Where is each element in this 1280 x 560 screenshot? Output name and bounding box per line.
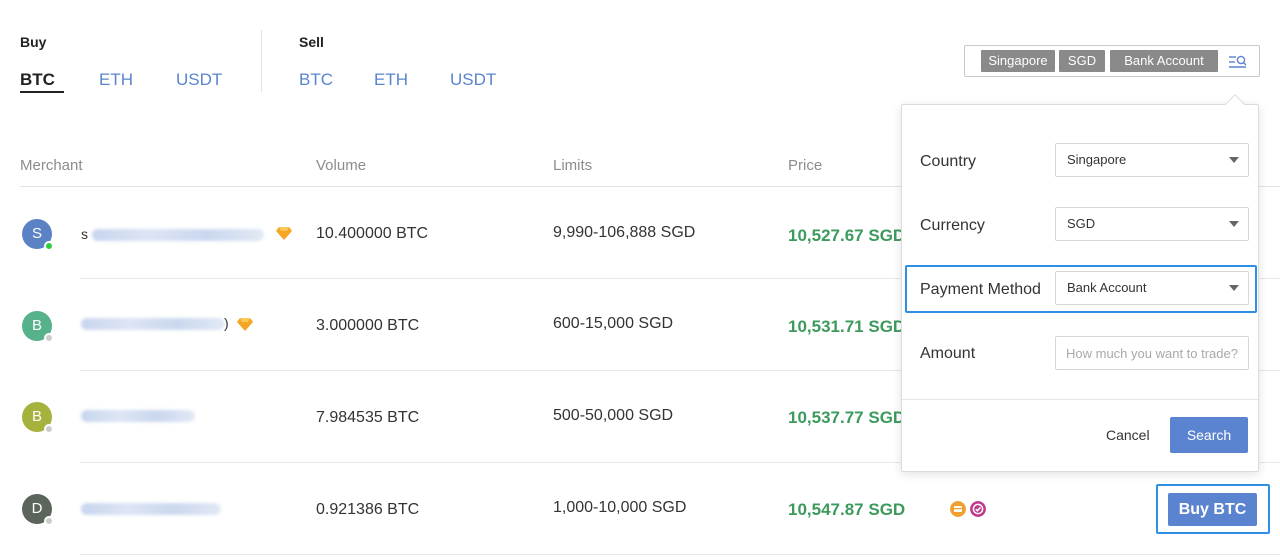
limits-value: 1,000-10,000 SGD bbox=[553, 499, 687, 516]
tab-sell-btc[interactable]: BTC bbox=[299, 70, 333, 90]
payment-method-label: Payment Method bbox=[920, 281, 1041, 298]
limits-value: 500-50,000 SGD bbox=[553, 407, 674, 424]
amount-input[interactable] bbox=[1055, 336, 1249, 370]
tab-sell-eth[interactable]: ETH bbox=[374, 70, 408, 90]
avatar: B bbox=[22, 311, 54, 343]
cancel-button[interactable]: Cancel bbox=[1106, 427, 1150, 443]
chevron-down-icon bbox=[1229, 285, 1239, 291]
merchant-name-suffix: ) bbox=[224, 315, 229, 331]
merchant-name-redacted[interactable] bbox=[81, 503, 221, 515]
avatar: S bbox=[22, 219, 54, 251]
payment-method-select-value: Bank Account bbox=[1067, 280, 1147, 295]
avatar-letter: S bbox=[31, 225, 42, 242]
avatar: D bbox=[22, 494, 54, 526]
currency-select[interactable]: SGD bbox=[1055, 207, 1249, 241]
active-tab-underline bbox=[20, 91, 64, 93]
filter-search-icon[interactable] bbox=[1227, 52, 1249, 72]
offline-status-dot bbox=[44, 333, 54, 343]
tab-buy-btc[interactable]: BTC bbox=[20, 70, 55, 90]
offline-status-dot bbox=[44, 516, 54, 526]
avatar-letter: B bbox=[31, 317, 42, 334]
volume-value: 3.000000 BTC bbox=[316, 317, 420, 334]
price-value: 10,527.67 SGD bbox=[788, 226, 906, 245]
price-value: 10,537.77 SGD bbox=[788, 408, 906, 427]
avatar: B bbox=[22, 402, 54, 434]
tab-divider bbox=[261, 30, 262, 92]
limits-value: 9,990-106,888 SGD bbox=[553, 224, 696, 241]
volume-value: 7.984535 BTC bbox=[316, 409, 420, 426]
volume-value: 0.921386 BTC bbox=[316, 501, 420, 518]
online-status-dot bbox=[44, 241, 54, 251]
chevron-down-icon bbox=[1229, 221, 1239, 227]
price-value: 10,547.87 SGD bbox=[788, 500, 906, 519]
bank-payment-icon bbox=[950, 501, 966, 517]
country-label: Country bbox=[920, 153, 977, 170]
tab-buy-eth[interactable]: ETH bbox=[99, 70, 133, 90]
amount-label: Amount bbox=[920, 345, 976, 362]
merchant-name-prefix: s bbox=[81, 226, 88, 242]
row-divider bbox=[80, 554, 1280, 555]
buy-btc-button[interactable]: Buy BTC bbox=[1168, 493, 1257, 526]
currency-label: Currency bbox=[920, 217, 985, 234]
search-button[interactable]: Search bbox=[1170, 417, 1248, 453]
avatar-letter: D bbox=[31, 500, 43, 517]
merchant-name-redacted[interactable] bbox=[92, 229, 264, 241]
tab-buy-usdt[interactable]: USDT bbox=[176, 70, 222, 90]
currency-select-value: SGD bbox=[1067, 216, 1096, 231]
buy-group-label: Buy bbox=[20, 34, 47, 50]
payment-method-select[interactable]: Bank Account bbox=[1055, 271, 1249, 305]
diamond-merchant-icon bbox=[237, 318, 253, 331]
verified-payment-icon bbox=[970, 501, 986, 517]
diamond-merchant-icon bbox=[276, 227, 292, 240]
chevron-down-icon bbox=[1229, 157, 1239, 163]
filter-chip-payment[interactable]: Bank Account bbox=[1110, 50, 1218, 72]
price-value: 10,531.71 SGD bbox=[788, 317, 906, 336]
volume-value: 10.400000 BTC bbox=[316, 225, 429, 242]
column-header-price: Price bbox=[788, 157, 823, 174]
tab-sell-usdt[interactable]: USDT bbox=[450, 70, 496, 90]
popover-divider bbox=[902, 399, 1258, 400]
country-select-value: Singapore bbox=[1067, 152, 1127, 167]
country-select[interactable]: Singapore bbox=[1055, 143, 1249, 177]
filter-chip-country[interactable]: Singapore bbox=[981, 50, 1055, 72]
sell-group-label: Sell bbox=[299, 34, 324, 50]
filter-popover: Country Singapore Currency SGD Payment M… bbox=[901, 104, 1259, 472]
column-header-volume: Volume bbox=[316, 157, 367, 174]
merchant-name-redacted[interactable] bbox=[81, 318, 225, 330]
limits-value: 600-15,000 SGD bbox=[553, 315, 674, 332]
filter-chip-currency[interactable]: SGD bbox=[1059, 50, 1105, 72]
merchant-name-redacted[interactable] bbox=[81, 410, 195, 422]
filter-bar[interactable]: Singapore SGD Bank Account bbox=[964, 45, 1260, 77]
avatar-letter: B bbox=[31, 408, 42, 425]
column-header-merchant: Merchant bbox=[20, 157, 83, 174]
column-header-limits: Limits bbox=[553, 157, 593, 174]
offline-status-dot bbox=[44, 424, 54, 434]
